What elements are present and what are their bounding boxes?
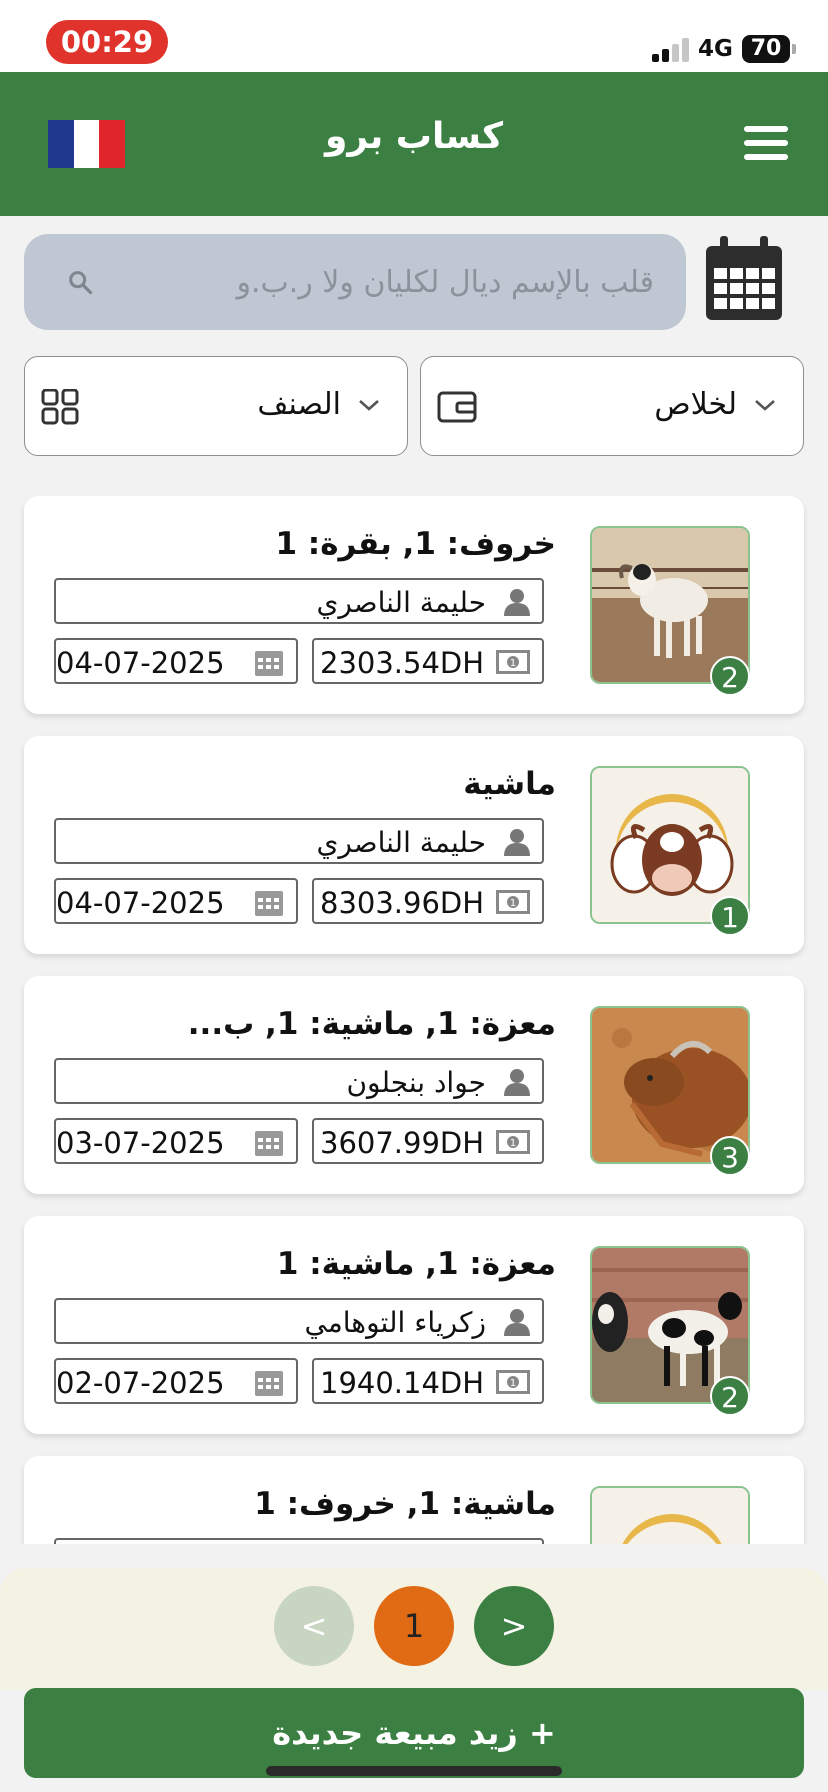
- current-page-button[interactable]: 1: [374, 1586, 454, 1666]
- client-field: [54, 1538, 544, 1544]
- sale-card[interactable]: 2 معزة: 1, ماشية: 1 زكرياء التوهامي 1 19…: [24, 1216, 804, 1434]
- svg-text:1: 1: [510, 1378, 516, 1389]
- calendar-icon: [255, 891, 283, 916]
- amount-field: 1 8303.96DH: [312, 878, 544, 924]
- pagination: < 1 >: [0, 1568, 828, 1690]
- item-count-badge: 2: [710, 1376, 750, 1416]
- search-input[interactable]: [94, 234, 654, 330]
- client-name: حليمة الناصري: [316, 586, 486, 619]
- sale-amount: 8303.96DH: [320, 886, 485, 920]
- grid-icon: [41, 389, 79, 425]
- livestock-logo: [590, 1486, 750, 1544]
- user-icon: [504, 1309, 530, 1336]
- calendar-icon[interactable]: [704, 236, 784, 322]
- category-filter-label: الصنف: [257, 387, 341, 422]
- sale-title: معزة: 1, ماشية: 1: [276, 1246, 556, 1282]
- calendar-icon: [255, 1371, 283, 1396]
- calendar-icon: [255, 651, 283, 676]
- date-field: 02-07-2025: [54, 1358, 298, 1404]
- sale-title: ماشية: 1, خروف: 1: [254, 1486, 556, 1522]
- payment-filter-label: لخلاص: [654, 387, 737, 422]
- sale-amount: 1940.14DH: [320, 1366, 485, 1400]
- wallet-icon: [437, 391, 477, 423]
- sale-title: ماشية: [463, 766, 556, 802]
- date-field: 04-07-2025: [54, 638, 298, 684]
- sale-card[interactable]: 2 خروف: 1, بقرة: 1 حليمة الناصري 1 2303.…: [24, 496, 804, 714]
- client-field: حليمة الناصري: [54, 578, 544, 624]
- search-bar: [24, 234, 686, 330]
- item-count-badge: 1: [710, 896, 750, 936]
- amount-field: 1 2303.54DH: [312, 638, 544, 684]
- payment-filter[interactable]: لخلاص: [420, 356, 804, 456]
- money-icon: 1: [496, 1130, 530, 1154]
- sale-date: 04-07-2025: [56, 646, 225, 680]
- sale-card[interactable]: 3 معزة: 1, ماشية: 1, ب... جواد بنجلون 1 …: [24, 976, 804, 1194]
- sales-list: 2 خروف: 1, بقرة: 1 حليمة الناصري 1 2303.…: [0, 496, 828, 1544]
- client-field: زكرياء التوهامي: [54, 1298, 544, 1344]
- sale-amount: 3607.99DH: [320, 1126, 485, 1160]
- sale-amount: 2303.54DH: [320, 646, 485, 680]
- sale-card[interactable]: ماشية: 1, خروف: 1: [24, 1456, 804, 1544]
- category-filter[interactable]: الصنف: [24, 356, 408, 456]
- chevron-down-icon: [359, 400, 379, 411]
- amount-field: 1 3607.99DH: [312, 1118, 544, 1164]
- chevron-down-icon: [755, 400, 775, 411]
- date-field: 04-07-2025: [54, 878, 298, 924]
- next-page-button[interactable]: >: [474, 1586, 554, 1666]
- item-count-badge: 3: [710, 1136, 750, 1176]
- status-bar: 00:29 4G 70: [0, 0, 828, 72]
- home-indicator: [266, 1766, 562, 1776]
- client-field: جواد بنجلون: [54, 1058, 544, 1104]
- prev-page-button[interactable]: <: [274, 1586, 354, 1666]
- sale-title: خروف: 1, بقرة: 1: [275, 526, 556, 562]
- page-title: كساب برو: [324, 116, 504, 157]
- sale-date: 02-07-2025: [56, 1366, 225, 1400]
- client-name: حليمة الناصري: [316, 826, 486, 859]
- money-icon: 1: [496, 1370, 530, 1394]
- user-icon: [504, 1069, 530, 1096]
- client-name: زكرياء التوهامي: [304, 1306, 486, 1339]
- app-header: كساب برو: [0, 72, 828, 216]
- user-icon: [504, 589, 530, 616]
- svg-text:1: 1: [510, 658, 516, 669]
- signal-icon: [652, 38, 692, 62]
- calendar-icon: [255, 1131, 283, 1156]
- menu-icon[interactable]: [744, 126, 788, 160]
- french-flag-icon[interactable]: [48, 120, 126, 168]
- sale-title: معزة: 1, ماشية: 1, ب...: [187, 1006, 556, 1042]
- client-field: حليمة الناصري: [54, 818, 544, 864]
- sale-date: 04-07-2025: [56, 886, 225, 920]
- network-label: 4G: [698, 36, 733, 62]
- battery-icon: 70: [742, 35, 796, 63]
- svg-text:1: 1: [510, 1138, 516, 1149]
- search-icon: [69, 271, 93, 295]
- add-sale-button[interactable]: + زيد مبيعة جديدة: [24, 1688, 804, 1778]
- user-icon: [504, 829, 530, 856]
- sale-card[interactable]: 1 ماشية حليمة الناصري 1 8303.96DH 04-07-…: [24, 736, 804, 954]
- amount-field: 1 1940.14DH: [312, 1358, 544, 1404]
- status-time: 00:29: [46, 20, 168, 64]
- sale-date: 03-07-2025: [56, 1126, 225, 1160]
- svg-text:1: 1: [510, 898, 516, 909]
- item-count-badge: 2: [710, 656, 750, 696]
- client-name: جواد بنجلون: [346, 1066, 486, 1099]
- date-field: 03-07-2025: [54, 1118, 298, 1164]
- money-icon: 1: [496, 890, 530, 914]
- money-icon: 1: [496, 650, 530, 674]
